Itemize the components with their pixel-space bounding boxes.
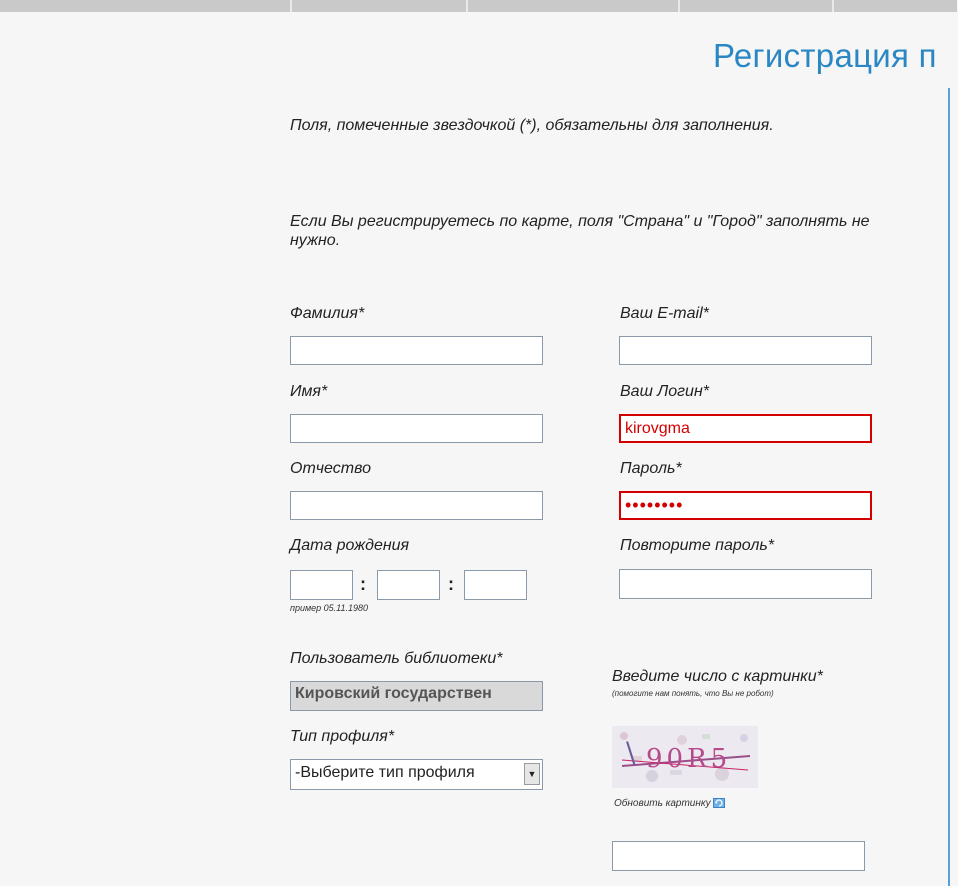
name-label: Имя* [290, 383, 328, 400]
profile-type-select[interactable]: -Выберите тип профиля ▼ [290, 759, 543, 790]
library-user-field: Кировский государствен [290, 681, 543, 711]
refresh-captcha-label: Обновить картинку [614, 798, 711, 809]
captcha-text: 90R5 [646, 744, 732, 774]
map-registration-note: Если Вы регистрируетесь по карте, поля "… [290, 213, 870, 249]
patronymic-input[interactable] [290, 491, 543, 520]
captcha-input[interactable] [612, 841, 865, 871]
surname-label: Фамилия* [290, 305, 365, 322]
nav-divider [290, 0, 292, 12]
library-user-label: Пользователь библиотеки* [290, 650, 503, 667]
date-separator: : [360, 574, 366, 594]
login-label: Ваш Логин* [620, 383, 709, 400]
repeat-password-label: Повторите пароль* [620, 537, 774, 554]
captcha-image: \ 90R5 [612, 726, 758, 788]
captcha-hint: (помогите нам понять, что Вы не робот) [612, 689, 774, 698]
top-nav-bar [0, 0, 958, 13]
profile-type-label: Тип профиля* [290, 728, 395, 745]
password-label: Пароль* [620, 460, 682, 477]
refresh-icon[interactable] [712, 798, 725, 808]
chevron-down-icon[interactable]: ▼ [524, 763, 540, 785]
birth-date-label: Дата рождения [290, 537, 410, 554]
name-input[interactable] [290, 414, 543, 443]
birth-date-example: пример 05.11.1980 [290, 603, 369, 613]
refresh-captcha-link[interactable]: Обновить картинку [614, 798, 725, 809]
email-label: Ваш E-mail* [620, 305, 709, 322]
birth-day-input[interactable] [290, 570, 353, 600]
page-title: Регистрация п [713, 37, 937, 74]
required-fields-note: Поля, помеченные звездочкой (*), обязате… [290, 117, 774, 134]
date-separator: : [448, 574, 454, 594]
content-divider [948, 88, 950, 886]
repeat-password-input[interactable] [619, 569, 872, 599]
email-input[interactable] [619, 336, 872, 365]
nav-divider [466, 0, 468, 12]
surname-input[interactable] [290, 336, 543, 365]
birth-year-input[interactable] [464, 570, 527, 600]
birth-month-input[interactable] [377, 570, 440, 600]
nav-divider [832, 0, 834, 12]
top-nav-strip [0, 0, 957, 12]
captcha-glyph: \ [626, 736, 636, 769]
login-input[interactable] [619, 414, 872, 443]
profile-type-selected: -Выберите тип профиля [295, 764, 475, 781]
captcha-label: Введите число с картинки* [612, 668, 823, 685]
password-input[interactable]: •••••••• [619, 491, 872, 520]
nav-divider [678, 0, 680, 12]
patronymic-label: Отчество [290, 460, 371, 477]
